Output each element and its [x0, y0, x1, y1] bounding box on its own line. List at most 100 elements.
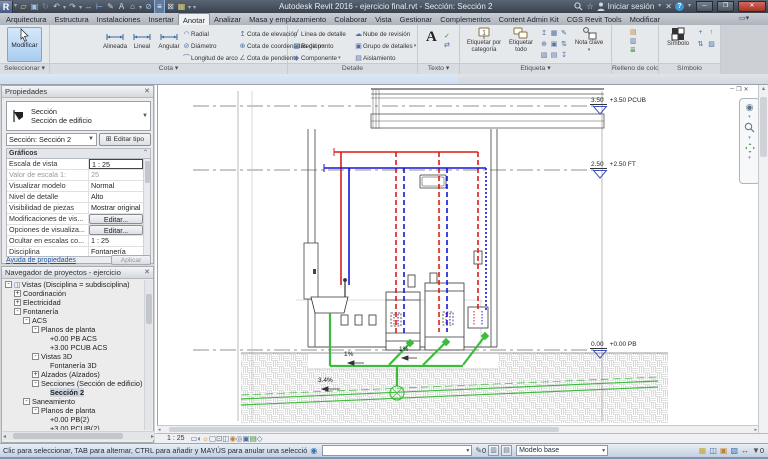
detail-tool[interactable]: ▣Grupo de detalles▾	[354, 40, 416, 52]
apply-button[interactable]: Aplicar	[111, 255, 151, 265]
symbol-tool-icon[interactable]: +	[695, 29, 706, 40]
ribbon-tab[interactable]: Vista	[371, 13, 396, 25]
sun-path-icon[interactable]: ☼	[202, 434, 209, 443]
slope-label[interactable]: 3.4%	[318, 377, 333, 384]
tree-item[interactable]: - Planos de planta	[3, 325, 147, 334]
tree-expand-icon[interactable]: +	[32, 371, 39, 378]
ribbon-tab[interactable]: Modificar	[626, 13, 664, 25]
ribbon-tab[interactable]: CGS Revit Tools	[563, 13, 626, 25]
ribbon-tab[interactable]: Gestionar	[396, 13, 437, 25]
filter-icon[interactable]: ▼	[752, 446, 760, 455]
visual-style-icon[interactable]: ▭	[191, 434, 198, 443]
tree-item[interactable]: Fontanería 3D	[3, 361, 147, 370]
detail-tool[interactable]: ☁Nube de revisión	[354, 28, 411, 40]
design-options-button-icon[interactable]: ▤	[501, 445, 512, 456]
property-value[interactable]: Editar...	[89, 225, 143, 235]
help-icon[interactable]: ?	[675, 2, 684, 11]
hide-analytical-icon[interactable]: ▤	[250, 434, 257, 443]
view-restore-icon[interactable]: ❐	[736, 86, 741, 93]
dimension-button[interactable]: Alineada	[102, 27, 128, 62]
tree-item[interactable]: - ACS	[3, 316, 147, 325]
ribbon-tab[interactable]: Complementos	[436, 13, 494, 25]
view3d-icon[interactable]: ⌂	[127, 0, 138, 13]
tree-item[interactable]: - ◫ Vistas (Disciplina = subdisciplina)	[3, 280, 147, 289]
tree-expand-icon[interactable]: -	[14, 308, 21, 315]
tree-expand-icon[interactable]: +	[14, 299, 21, 306]
chevron-down-icon[interactable]: ▾	[748, 135, 751, 141]
pan-icon[interactable]	[745, 143, 755, 153]
ribbon-tab[interactable]: Colaborar	[330, 13, 371, 25]
property-value[interactable]: Alto	[89, 192, 143, 202]
pinned-icon[interactable]: ▣	[720, 446, 728, 455]
ribbon-tab[interactable]: Estructura	[50, 13, 92, 25]
keynote-button[interactable]: Nota clave ▾	[570, 27, 608, 53]
view-scale[interactable]: 1 : 25	[167, 435, 185, 442]
chevron-down-icon[interactable]: ▼	[142, 113, 148, 119]
tree-expand-icon[interactable]	[41, 416, 48, 423]
color-fill-legend-icon[interactable]: ≣	[630, 46, 637, 54]
open-icon[interactable]: ▱	[18, 0, 29, 13]
tag-tool-icon[interactable]: ✎	[559, 29, 569, 40]
level-marker[interactable]: 3.50+3.50 PCUB	[590, 97, 646, 105]
properties-header[interactable]: Propiedades✕	[2, 86, 153, 98]
symbol-tool-icon[interactable]: ⇅	[695, 40, 706, 51]
tree-item[interactable]: +0.00 PB ACS	[3, 334, 147, 343]
tree-expand-icon[interactable]: +	[14, 290, 21, 297]
project-browser-header[interactable]: Navegador de proyectos - ejercicio final…	[2, 267, 153, 279]
tree-item[interactable]: + Coordinación	[3, 289, 147, 298]
symbol-tool-icon[interactable]: ↑	[706, 29, 717, 40]
exchange-apps-icon[interactable]: ✕	[665, 2, 672, 11]
ribbon-toggle-icon[interactable]: ▭▾	[739, 13, 749, 25]
symbol-button[interactable]: Símbolo	[663, 27, 693, 48]
tag-by-category-button[interactable]: 1 Etiquetar por categoría	[463, 27, 505, 53]
tree-expand-icon[interactable]	[41, 335, 48, 342]
exclude-options-icon[interactable]: ▧	[730, 446, 738, 455]
type-selector[interactable]: SecciónSección de edificio ▼	[6, 101, 151, 131]
tree-item[interactable]: - Fontanería	[3, 307, 147, 316]
tree-expand-icon[interactable]	[41, 389, 48, 396]
line-icon[interactable]: ✎	[105, 0, 116, 13]
redo-icon[interactable]: ↷	[67, 0, 78, 13]
browser-hscrollbar[interactable]: ◂▸	[3, 431, 154, 440]
thin-lines-icon[interactable]: ≡	[154, 0, 165, 14]
tree-expand-icon[interactable]: -	[32, 407, 39, 414]
text-icon[interactable]: A	[116, 0, 127, 13]
edit-type-button[interactable]: ⊞ Editar tipo	[99, 133, 151, 146]
pipe-legend-icon[interactable]: ▥	[630, 37, 637, 45]
canvas-vscrollbar[interactable]: ▴	[758, 85, 768, 433]
level-marker[interactable]: 0.00+0.00 PB	[590, 341, 637, 349]
tag-all-button[interactable]: Etiquetar todo	[505, 27, 537, 53]
properties-scrollbar[interactable]	[143, 159, 150, 256]
property-value[interactable]: Normal	[89, 181, 143, 191]
worksets-dropdown[interactable]: ▼	[322, 445, 472, 456]
close-button[interactable]: ✕	[738, 1, 766, 12]
sign-in-caret-icon[interactable]: ▾	[657, 0, 662, 13]
panel-label-seleccionar[interactable]: Seleccionar ▾	[0, 63, 49, 74]
property-value[interactable]: 1 : 25	[89, 159, 143, 169]
find-replace-icon[interactable]: ⇄	[444, 41, 450, 49]
measure-icon[interactable]: ↔	[83, 0, 94, 13]
ribbon-tab[interactable]: Masa y emplazamiento	[245, 13, 330, 25]
underlay-icon[interactable]: ◫	[709, 446, 717, 455]
tree-expand-icon[interactable]	[41, 344, 48, 351]
panel-label-etiqueta[interactable]: Etiqueta ▾	[460, 63, 611, 74]
restore-button[interactable]: ❐	[717, 1, 734, 12]
help-caret-icon[interactable]: ▾	[687, 0, 692, 13]
temporary-view-properties-icon[interactable]: ▣	[243, 434, 250, 443]
tree-expand-icon[interactable]: -	[23, 317, 30, 324]
tree-expand-icon[interactable]: -	[5, 281, 12, 288]
view-close-icon[interactable]: ✕	[744, 86, 749, 93]
level-marker[interactable]: 2.50+2.50 FT	[590, 161, 636, 169]
ribbon-tab[interactable]: Insertar	[144, 13, 177, 25]
door[interactable]	[304, 243, 318, 299]
worksets-button-icon[interactable]: ▥	[488, 445, 499, 456]
properties-help-link[interactable]: Ayuda de propiedades	[6, 257, 76, 264]
tag-tool-icon[interactable]: ▧	[539, 51, 549, 62]
temporary-hide-icon[interactable]: ◫	[222, 434, 229, 443]
view-minimize-icon[interactable]: ─	[730, 86, 734, 93]
tree-item[interactable]: - Saneamiento	[3, 397, 147, 406]
ribbon-tab[interactable]: Content Admin Kit	[495, 13, 563, 25]
property-value[interactable]: Editar...	[89, 214, 143, 224]
close-hidden-icon[interactable]: ⊠	[165, 0, 176, 13]
favorites-star-icon[interactable]: ☆	[586, 2, 593, 11]
